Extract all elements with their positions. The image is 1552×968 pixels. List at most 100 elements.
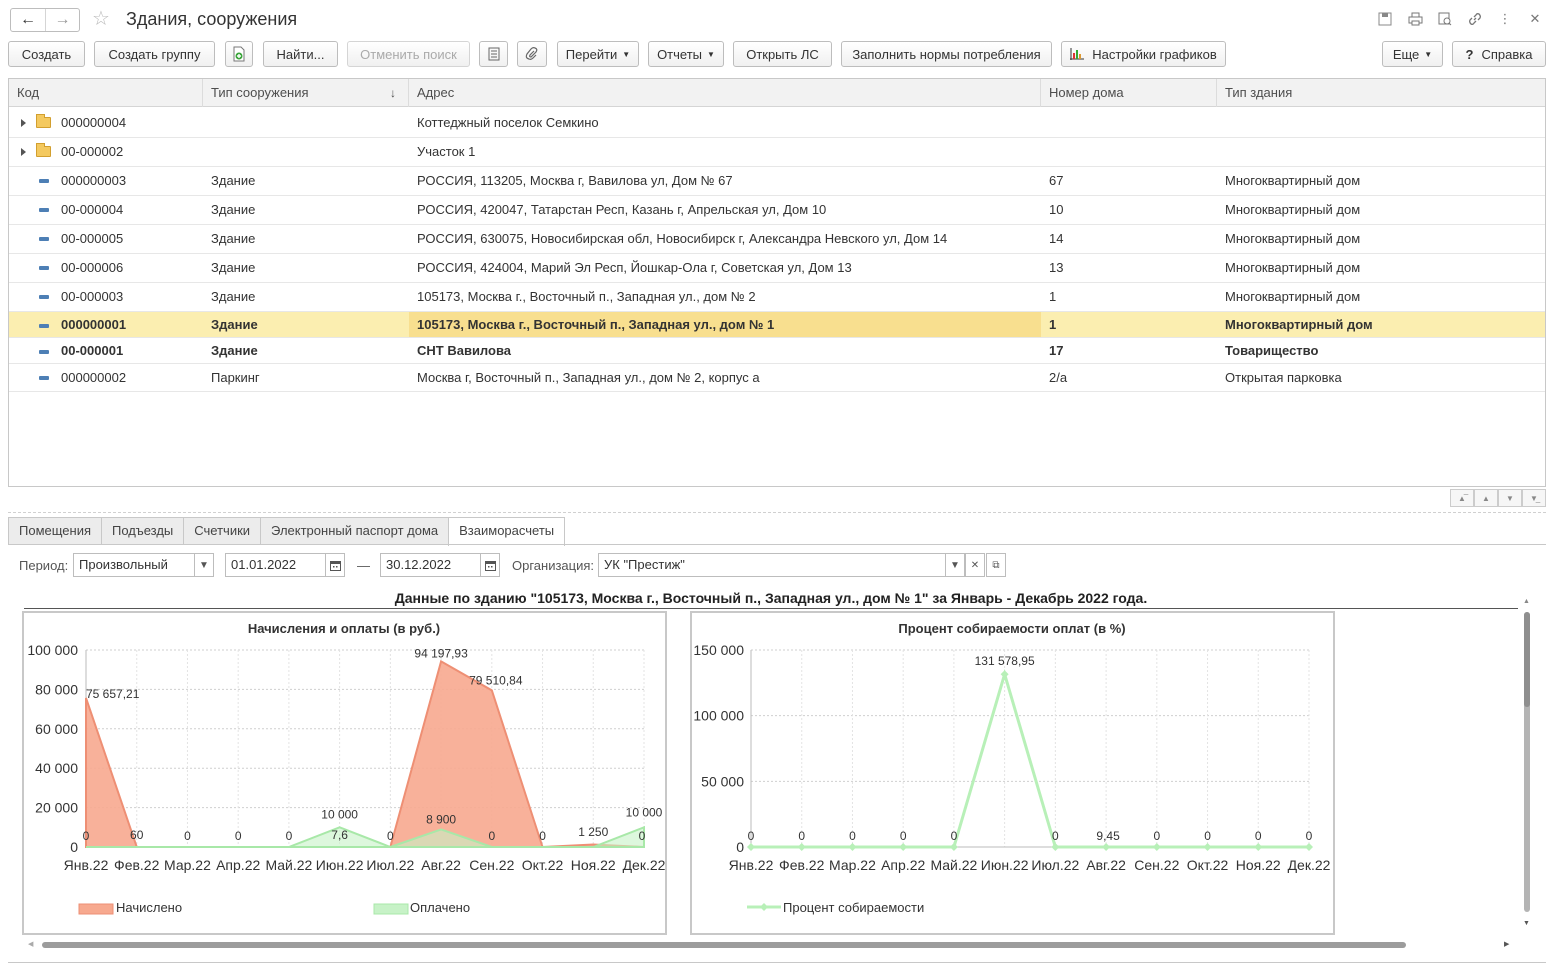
print-icon[interactable] (1406, 10, 1424, 28)
forward-button[interactable]: → (45, 9, 79, 31)
house-number-cell: 67 (1049, 173, 1064, 188)
building-type-cell: Многоквартирный дом (1225, 260, 1361, 275)
table-row[interactable]: 000000002 Паркинг Москва г, Восточный п., … (9, 364, 1545, 392)
scroll-down-icon[interactable]: ▼ (1498, 489, 1522, 507)
tab-entrances[interactable]: Подъезды (101, 517, 185, 545)
scroll-down-icon[interactable]: ▼ (1523, 920, 1530, 927)
column-header-house-number[interactable]: Номер дома (1041, 79, 1217, 107)
fill-norms-button[interactable]: Заполнить нормы потребления (841, 41, 1052, 67)
report-horizontal-scrollbar[interactable]: ◀ ▶ (24, 940, 1514, 950)
tab-settlements[interactable]: Взаиморасчеты (448, 517, 566, 546)
preview-icon[interactable] (1436, 10, 1454, 28)
table-row[interactable]: 000000003 Здание РОССИЯ, 113205, Москва г,… (9, 167, 1545, 196)
link-icon[interactable] (1466, 10, 1484, 28)
x-tick-label: Мар.22 (164, 857, 211, 873)
data-label: 9,45 (1096, 829, 1120, 843)
expand-arrow-icon[interactable] (21, 119, 26, 127)
goto-dropdown[interactable]: Перейти ▼ (557, 41, 639, 67)
splitter[interactable] (8, 512, 1546, 513)
x-tick-label: Окт.22 (522, 857, 564, 873)
attach-button[interactable] (517, 41, 547, 67)
table-row[interactable]: 00-000002 Участок 1 (9, 138, 1545, 167)
address-cell: Коттеджный поселок Семкино (417, 115, 599, 130)
tab-premises[interactable]: Помещения (8, 517, 103, 545)
data-label: 94 197,93 (414, 646, 468, 660)
structure-type-cell: Здание (211, 343, 258, 358)
accruals-chart: Начисления и оплаты (в руб.) 0 20 000 40 00… (27, 621, 665, 915)
more-dropdown[interactable]: Еще ▼ (1382, 41, 1443, 67)
sort-down-icon: ↓ (390, 86, 396, 100)
scroll-up-icon[interactable]: ▲ (1474, 489, 1498, 507)
item-icon (39, 266, 49, 270)
date-from-calendar-button[interactable] (325, 553, 345, 577)
create-group-button[interactable]: Создать группу (94, 41, 215, 67)
help-button[interactable]: ? Справка (1452, 41, 1546, 67)
arrow-right-icon: → (54, 11, 71, 28)
scrollbar-thumb[interactable] (1524, 612, 1530, 707)
list-view-button[interactable] (479, 41, 508, 67)
column-header-code[interactable]: Код (9, 79, 203, 107)
organization-field[interactable]: УК "Престиж" (598, 553, 946, 577)
period-select[interactable]: Произвольный (73, 553, 195, 577)
code-cell: 00-000005 (61, 231, 124, 246)
expand-arrow-icon[interactable] (21, 148, 26, 156)
series-line-collection (751, 668, 1309, 849)
column-header-address[interactable]: Адрес (409, 79, 1041, 107)
table-row[interactable]: 00-000006 Здание РОССИЯ, 424004, Марий Эл … (9, 254, 1545, 283)
data-point (848, 843, 857, 851)
house-number-cell: 1 (1049, 289, 1057, 304)
period-dropdown-button[interactable]: ▼ (194, 553, 214, 577)
tab-passport[interactable]: Электронный паспорт дома (260, 517, 450, 545)
cancel-search-button[interactable]: Отменить поиск (347, 41, 470, 67)
create-button[interactable]: Создать (8, 41, 85, 67)
table-row[interactable]: 00-000001 Здание СНТ Вавилова 17 Товариществ… (9, 338, 1545, 364)
copy-button[interactable] (225, 41, 253, 67)
window-actions: ⋮ ✕ (1376, 10, 1544, 28)
close-icon[interactable]: ✕ (1526, 10, 1544, 28)
navigation-group: ← → (10, 8, 80, 32)
x-tick-label: Авг.22 (421, 857, 461, 873)
caret-down-icon: ▼ (1424, 49, 1433, 59)
x-tick-label: Янв.22 (64, 857, 109, 873)
scroll-up-icon[interactable]: ▲ (1523, 598, 1530, 605)
organization-clear-button[interactable]: ✕ (965, 553, 985, 577)
table-row[interactable]: 000000004 Коттеджный поселок Семкино (9, 109, 1545, 138)
scroll-top-icon[interactable]: ▲̅ (1450, 489, 1474, 507)
tab-meters[interactable]: Счетчики (183, 517, 262, 545)
organization-open-button[interactable]: ⧉ (986, 553, 1006, 577)
table-header: Код Тип сооружения ↓ Адрес Номер дома Тип… (9, 79, 1545, 107)
reports-dropdown[interactable]: Отчеты ▼ (648, 41, 724, 67)
chart-settings-button[interactable]: Настройки графиков (1061, 41, 1226, 67)
code-cell: 000000003 (61, 173, 127, 188)
scroll-bottom-icon[interactable]: ▼̲ (1522, 489, 1546, 507)
column-header-building-type[interactable]: Тип здания (1217, 79, 1545, 107)
x-tick-label: Июн.22 (316, 857, 364, 873)
date-from-field[interactable]: 01.01.2022 (225, 553, 326, 577)
table-row[interactable]: 00-000003 Здание 105173, Москва г., Восточ… (9, 283, 1545, 312)
more-icon[interactable]: ⋮ (1496, 10, 1514, 28)
open-ls-button[interactable]: Открыть ЛС (733, 41, 832, 67)
favorite-star-icon[interactable]: ☆ (92, 8, 110, 30)
data-label: 10 000 (626, 805, 663, 819)
scroll-left-icon[interactable]: ◀ (28, 940, 33, 948)
scroll-right-icon[interactable]: ▶ (1504, 940, 1509, 948)
table-row[interactable]: 00-000004 Здание РОССИЯ, 420047, Татарстан… (9, 196, 1545, 225)
code-cell: 00-000001 (61, 343, 124, 358)
legend-label: Процент собираемости (783, 900, 924, 915)
find-button[interactable]: Найти... (263, 41, 338, 67)
x-tick-label: Июл.22 (366, 857, 414, 873)
organization-dropdown-button[interactable]: ▼ (945, 553, 965, 577)
address-cell: СНТ Вавилова (417, 343, 512, 358)
table-row[interactable]: 00-000005 Здание РОССИЯ, 630075, Новосибир… (9, 225, 1545, 254)
save-icon[interactable] (1376, 10, 1394, 28)
bar-chart-icon (1070, 48, 1085, 60)
column-header-structure-type[interactable]: Тип сооружения ↓ (203, 79, 409, 107)
back-button[interactable]: ← (11, 9, 45, 31)
report-vertical-scrollbar[interactable]: ▲ ▼ (1522, 598, 1532, 928)
date-to-field[interactable]: 30.12.2022 (380, 553, 481, 577)
table-row[interactable]: 000000001 Здание 105173, Москва г., Восточ… (9, 312, 1545, 338)
item-icon (39, 350, 49, 354)
scrollbar-thumb[interactable] (42, 942, 1406, 948)
legend-label: Оплачено (410, 900, 470, 915)
date-to-calendar-button[interactable] (480, 553, 500, 577)
